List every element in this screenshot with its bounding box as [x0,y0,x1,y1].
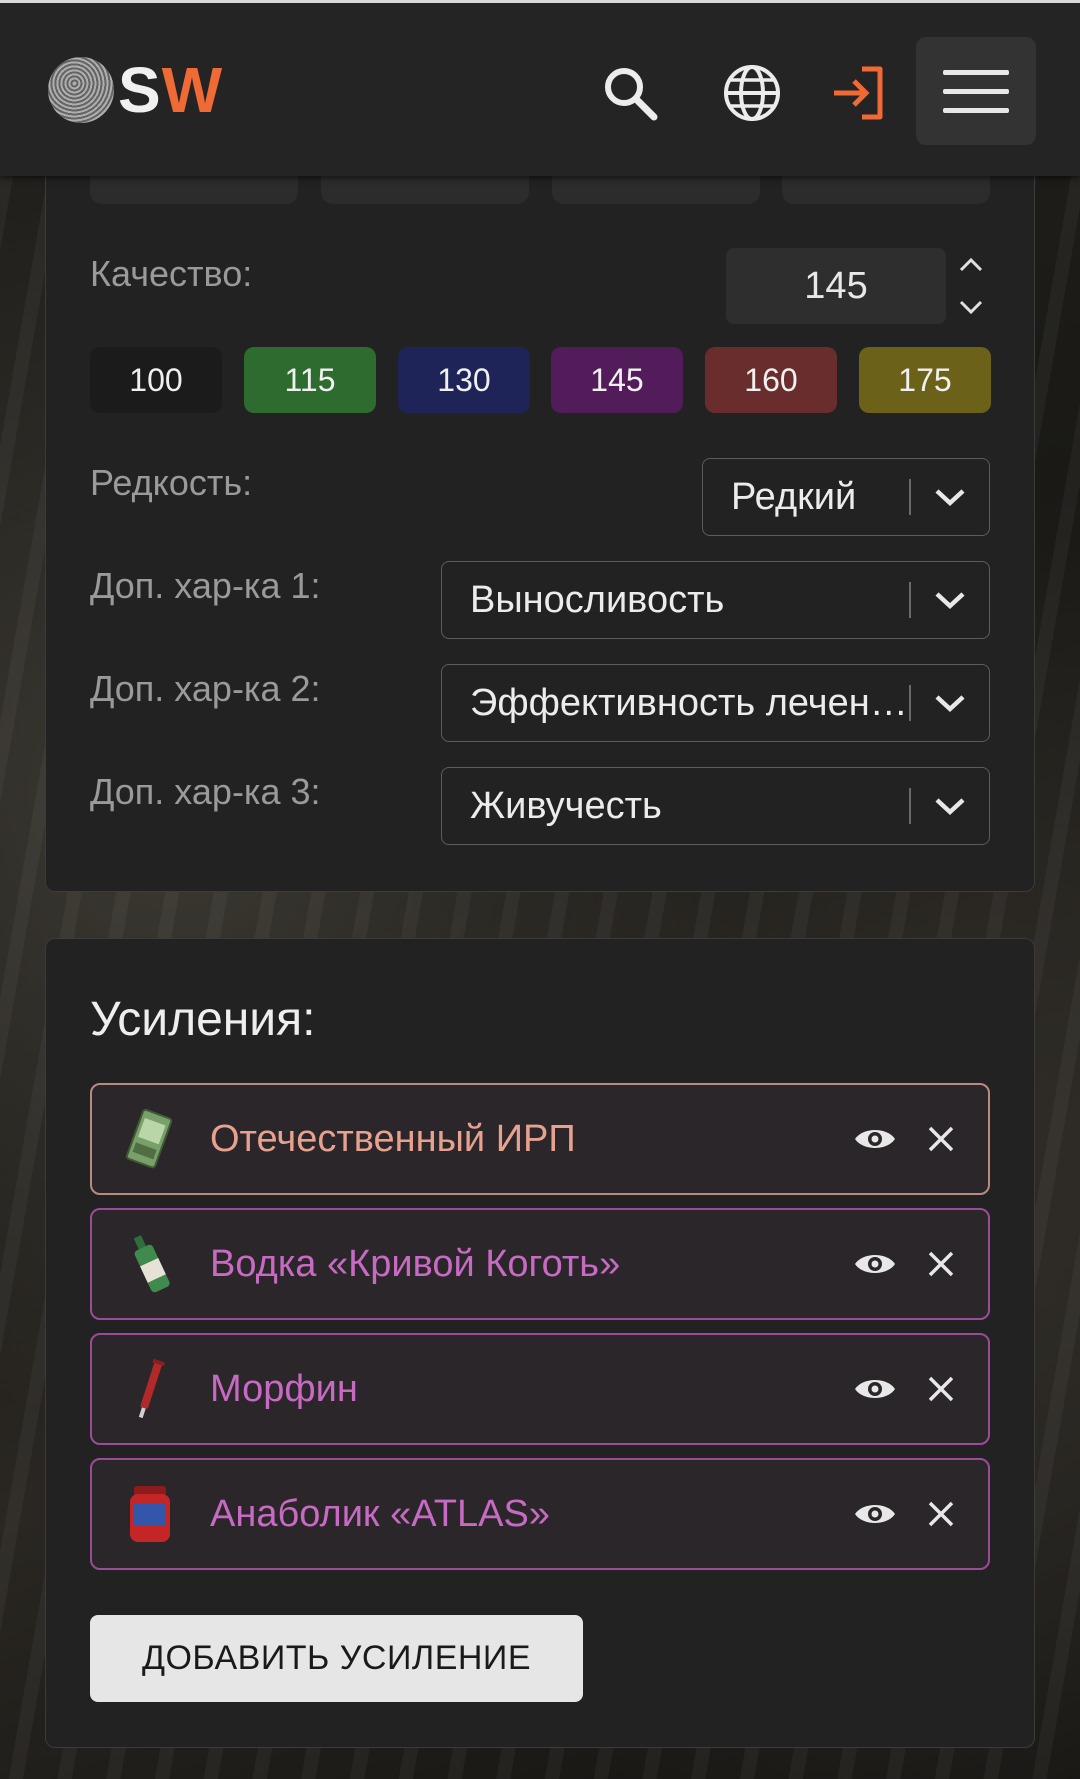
extra-stat-3-value: Живучесть [470,784,662,827]
eye-icon[interactable] [850,1239,900,1289]
quality-decrement[interactable] [956,294,986,324]
boosts-heading: Усиления: [90,993,316,1046]
quality-increment[interactable] [956,250,986,280]
eye-icon[interactable] [850,1114,900,1164]
rarity-label: Редкость: [90,462,253,503]
add-boost-button[interactable]: ДОБАВИТЬ УСИЛЕНИЕ [90,1615,583,1702]
logo-globe-icon [48,57,114,123]
boost-name: Отечественный ИРП [210,1117,576,1160]
quality-label: Качество: [90,253,253,294]
eye-icon[interactable] [850,1364,900,1414]
chevron-down-icon[interactable] [911,767,989,845]
login-icon[interactable] [826,61,890,125]
rarity-select[interactable]: Редкий [702,458,990,536]
globe-icon[interactable] [720,61,784,125]
menu-icon[interactable] [916,37,1036,145]
quality-preset-145[interactable]: 145 [551,347,683,413]
extra-stat-3-select[interactable]: Живучесть [441,767,990,845]
boost-item[interactable]: Морфин [90,1333,990,1445]
boost-name: Водка «Кривой Коготь» [210,1242,621,1285]
boost-item[interactable]: Анаболик «ATLAS» [90,1458,990,1570]
close-icon[interactable] [916,1239,966,1289]
vodka-bottle-icon [122,1229,178,1299]
extra-stat-1-label: Доп. хар-ка 1: [90,565,321,606]
chevron-down-icon[interactable] [911,458,989,536]
chevron-down-icon[interactable] [911,561,989,639]
syringe-icon [122,1354,178,1424]
logo-text: SW [118,54,224,126]
close-icon[interactable] [916,1114,966,1164]
site-logo[interactable]: SW [48,57,248,123]
top-bar: SW [0,0,1080,176]
close-icon[interactable] [916,1364,966,1414]
ration-pack-icon [122,1104,178,1174]
search-icon[interactable] [598,61,662,125]
boost-item[interactable]: Водка «Кривой Коготь» [90,1208,990,1320]
boost-item[interactable]: Отечественный ИРП [90,1083,990,1195]
quality-preset-130[interactable]: 130 [398,347,530,413]
extra-stat-2-value: Эффективность лечения [470,681,909,724]
extra-stat-3-label: Доп. хар-ка 3: [90,771,321,812]
boost-name: Анаболик «ATLAS» [210,1492,550,1535]
quality-input[interactable]: 145 [726,248,946,324]
extra-stat-1-value: Выносливость [470,578,725,621]
eye-icon[interactable] [850,1489,900,1539]
supplement-jar-icon [122,1479,178,1549]
extra-stat-1-select[interactable]: Выносливость [441,561,990,639]
extra-stat-2-select[interactable]: Эффективность лечения [441,664,990,742]
close-icon[interactable] [916,1489,966,1539]
chevron-down-icon[interactable] [911,664,989,742]
quality-preset-115[interactable]: 115 [244,347,376,413]
quality-preset-100[interactable]: 100 [90,347,222,413]
boost-name: Морфин [210,1367,358,1410]
quality-preset-160[interactable]: 160 [705,347,837,413]
quality-preset-175[interactable]: 175 [859,347,991,413]
extra-stat-2-label: Доп. хар-ка 2: [90,668,321,709]
rarity-value: Редкий [731,475,857,518]
